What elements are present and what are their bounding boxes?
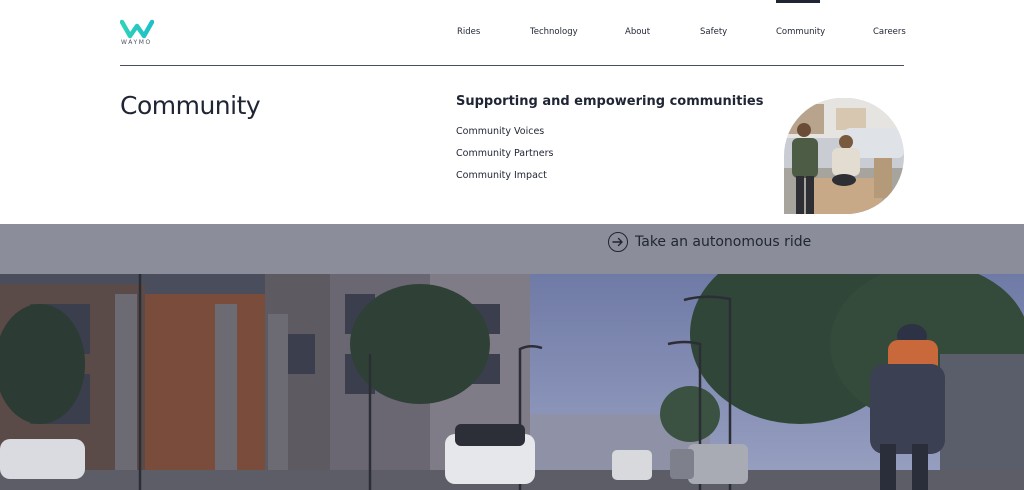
take-ride-cta[interactable]: Take an autonomous ride — [608, 231, 811, 253]
hero-street-image — [0, 274, 1024, 490]
link-community-voices[interactable]: Community Voices — [456, 126, 544, 137]
site-header: WAYMO Rides Technology About Safety Comm… — [0, 0, 1024, 66]
hero-overlay-band: Take an autonomous ride — [0, 224, 1024, 274]
nav-active-indicator — [776, 0, 820, 3]
waymo-logo[interactable]: WAYMO — [0, 0, 160, 50]
community-mega-menu: Community Supporting and empowering comm… — [0, 66, 1024, 224]
nav-about[interactable]: About — [625, 27, 650, 37]
panel-title: Community — [120, 91, 261, 120]
nav-rides[interactable]: Rides — [457, 27, 480, 37]
cta-label: Take an autonomous ride — [635, 234, 812, 250]
nav-technology[interactable]: Technology — [530, 27, 578, 37]
arrow-right-circle-icon — [608, 232, 628, 252]
nav-community[interactable]: Community — [776, 27, 825, 37]
link-community-partners[interactable]: Community Partners — [456, 148, 553, 159]
panel-subtitle: Supporting and empowering communities — [456, 94, 764, 109]
main-nav: Rides Technology About Safety Community … — [0, 27, 1024, 41]
nav-safety[interactable]: Safety — [700, 27, 727, 37]
nav-careers[interactable]: Careers — [873, 27, 906, 37]
community-photo — [784, 98, 904, 214]
link-community-impact[interactable]: Community Impact — [456, 170, 547, 181]
